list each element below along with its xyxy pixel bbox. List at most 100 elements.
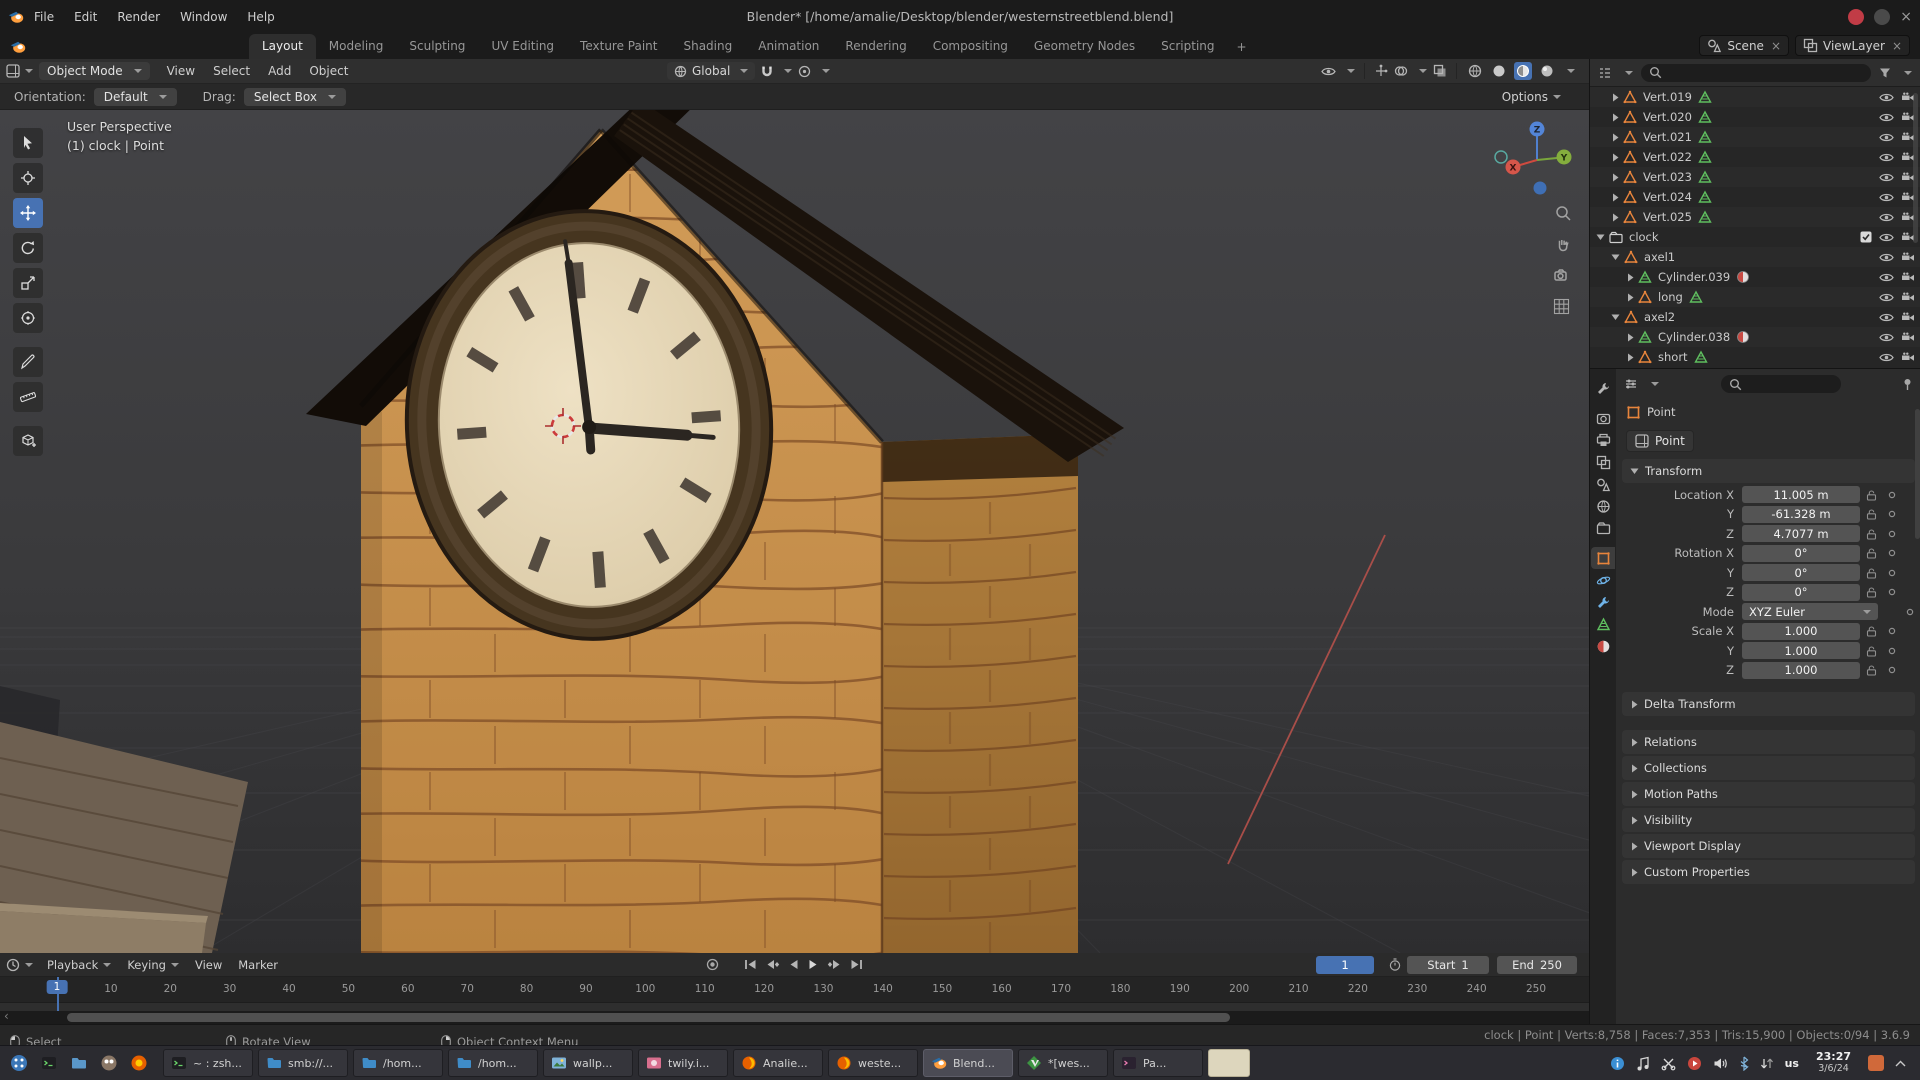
tray-scissors-icon[interactable] xyxy=(1661,1056,1676,1071)
hide-viewport-eye-icon[interactable] xyxy=(1879,252,1894,263)
tool-measure[interactable] xyxy=(13,382,43,412)
animate-dot-icon[interactable] xyxy=(1888,569,1896,577)
pin-icon[interactable] xyxy=(1902,378,1913,391)
chevron-right-icon[interactable] xyxy=(1611,113,1619,122)
hide-viewport-eye-icon[interactable] xyxy=(1879,212,1894,223)
disable-render-camera-icon[interactable] xyxy=(1901,272,1915,283)
chevron-down-icon[interactable] xyxy=(1611,253,1620,261)
animate-dot-icon[interactable] xyxy=(1888,510,1896,518)
animate-dot-icon[interactable] xyxy=(1888,491,1896,499)
properties-search-input[interactable] xyxy=(1721,375,1841,393)
previous-keyframe-icon[interactable] xyxy=(766,959,780,970)
viewport-3d[interactable]: Z X Y xyxy=(0,110,1589,953)
timeline-ruler[interactable]: 1 10203040506070809010011012013014015016… xyxy=(0,977,1589,1003)
outliner-row[interactable]: Vert.024 xyxy=(1590,187,1920,207)
chevron-down-icon[interactable] xyxy=(1596,233,1605,241)
tool-add-cube[interactable] xyxy=(13,426,43,456)
taskbar-clock[interactable]: 23:27 3/6/24 xyxy=(1816,1051,1851,1075)
workspace-tab-rendering[interactable]: Rendering xyxy=(832,34,919,59)
workspace-tab-scripting[interactable]: Scripting xyxy=(1148,34,1227,59)
value-field[interactable]: 11.005 m xyxy=(1742,486,1860,503)
properties-tab-material[interactable] xyxy=(1591,635,1615,657)
tool-rotate[interactable] xyxy=(13,233,43,263)
workspace-tab-texture-paint[interactable]: Texture Paint xyxy=(567,34,670,59)
panel-visibility[interactable]: Visibility xyxy=(1622,808,1915,832)
tray-record-icon[interactable] xyxy=(1687,1056,1702,1071)
outliner-row[interactable]: Vert.025 xyxy=(1590,207,1920,227)
properties-tab-constraints[interactable] xyxy=(1591,591,1615,613)
value-field[interactable]: 1.000 xyxy=(1742,642,1860,659)
taskbar-app-twily-i-[interactable]: twily.i... xyxy=(638,1049,728,1077)
chevron-right-icon[interactable] xyxy=(1611,153,1619,162)
jump-to-end-icon[interactable] xyxy=(850,959,863,970)
chevron-right-icon[interactable] xyxy=(1611,213,1619,222)
add-workspace-button[interactable]: + xyxy=(1228,35,1256,59)
disable-render-camera-icon[interactable] xyxy=(1901,332,1915,343)
outliner-row[interactable]: short xyxy=(1590,347,1920,367)
jump-to-start-icon[interactable] xyxy=(744,959,757,970)
animate-dot-icon[interactable] xyxy=(1888,549,1896,557)
workspace-tab-shading[interactable]: Shading xyxy=(670,34,745,59)
mode-dropdown[interactable]: Object Mode xyxy=(39,62,150,80)
tray-music-icon[interactable] xyxy=(1636,1056,1650,1071)
workspace-tab-animation[interactable]: Animation xyxy=(745,34,832,59)
value-field[interactable]: 0° xyxy=(1742,584,1860,601)
transform-panel-header[interactable]: Transform xyxy=(1622,459,1915,483)
chevron-right-icon[interactable] xyxy=(1626,293,1634,302)
chevron-right-icon[interactable] xyxy=(1626,273,1634,282)
tool-scale[interactable] xyxy=(13,268,43,298)
shading-material-button[interactable] xyxy=(1514,62,1532,80)
panel-motion-paths[interactable]: Motion Paths xyxy=(1622,782,1915,806)
properties-tab-object[interactable] xyxy=(1591,547,1615,569)
play-icon[interactable] xyxy=(808,959,818,970)
animate-dot-icon[interactable] xyxy=(1906,608,1914,616)
workspace-tab-uv-editing[interactable]: UV Editing xyxy=(478,34,567,59)
mode-select[interactable]: XYZ Euler xyxy=(1742,603,1878,620)
updates-icon[interactable] xyxy=(1868,1055,1884,1071)
disable-render-camera-icon[interactable] xyxy=(1901,292,1915,303)
delta-transform-panel-header[interactable]: Delta Transform xyxy=(1622,692,1915,716)
outliner-row[interactable]: Vert.023 xyxy=(1590,167,1920,187)
hide-viewport-eye-icon[interactable] xyxy=(1879,132,1894,143)
taskbar-app--wes-[interactable]: *[wes... xyxy=(1018,1049,1108,1077)
outliner-row[interactable]: axel1 xyxy=(1590,247,1920,267)
tool-move[interactable] xyxy=(13,198,43,228)
timeline-menu-playback[interactable]: Playback xyxy=(39,956,119,974)
chevron-right-icon[interactable] xyxy=(1626,353,1634,362)
hide-viewport-eye-icon[interactable] xyxy=(1879,312,1894,323)
properties-tab-output[interactable] xyxy=(1591,429,1615,451)
timeline-editor-icon[interactable] xyxy=(6,958,20,972)
chevron-right-icon[interactable] xyxy=(1611,173,1619,182)
unlink-view-layer-icon[interactable]: × xyxy=(1890,39,1902,53)
timeline-menu-view[interactable]: View xyxy=(187,956,230,974)
end-frame-field[interactable]: End 250 xyxy=(1497,956,1577,974)
tool-select-box[interactable] xyxy=(13,128,43,158)
lock-icon[interactable] xyxy=(1866,567,1877,579)
viewport-scene[interactable]: Z X Y xyxy=(0,110,1589,953)
transform-orientation-dropdown[interactable]: Global xyxy=(667,62,755,80)
close-icon[interactable]: × xyxy=(1900,10,1912,24)
outliner-row[interactable]: Vert.021 xyxy=(1590,127,1920,147)
tray-expand-icon[interactable] xyxy=(1895,1060,1906,1067)
outliner-scrollbar[interactable] xyxy=(1913,93,1918,243)
disable-render-camera-icon[interactable] xyxy=(1901,312,1915,323)
outliner-row[interactable]: Cylinder.038 xyxy=(1590,327,1920,347)
tray-info-icon[interactable] xyxy=(1610,1056,1625,1071)
chevron-right-icon[interactable] xyxy=(1611,193,1619,202)
hide-viewport-eye-icon[interactable] xyxy=(1879,232,1894,243)
xray-toggle-icon[interactable] xyxy=(1433,64,1447,78)
hide-viewport-eye-icon[interactable] xyxy=(1879,192,1894,203)
tool-transform[interactable] xyxy=(13,303,43,333)
current-frame-field[interactable]: 1 xyxy=(1316,956,1374,974)
viewport-menu-view[interactable]: View xyxy=(158,61,204,81)
menu-render[interactable]: Render xyxy=(107,7,170,27)
workspace-tab-compositing[interactable]: Compositing xyxy=(920,34,1021,59)
launcher-gimp-icon[interactable] xyxy=(96,1050,122,1076)
hide-viewport-eye-icon[interactable] xyxy=(1879,292,1894,303)
outliner-row[interactable]: axel2 xyxy=(1590,307,1920,327)
visibility-eye-icon[interactable] xyxy=(1321,66,1336,77)
lock-icon[interactable] xyxy=(1866,664,1877,676)
properties-tab-render[interactable] xyxy=(1591,407,1615,429)
value-field[interactable]: 1.000 xyxy=(1742,662,1860,679)
taskbar-app-pa-[interactable]: Pa... xyxy=(1113,1049,1203,1077)
